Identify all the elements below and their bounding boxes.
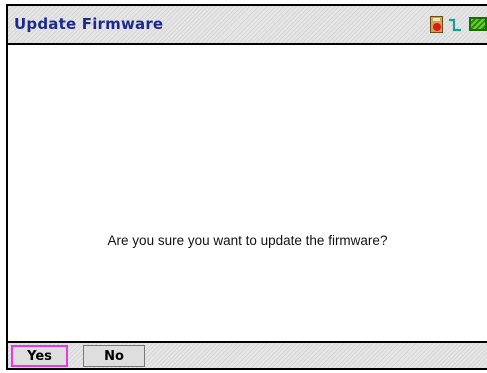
dialog-body: Are you sure you want to update the firm…	[8, 45, 487, 341]
window-title: Update Firmware	[14, 15, 164, 33]
sd-card-icon	[430, 15, 443, 33]
device-screen: Update Firmware Are you sure you want to…	[6, 4, 487, 370]
signal-icon	[449, 18, 461, 32]
battery-icon	[469, 17, 487, 31]
yes-button[interactable]: Yes	[11, 345, 68, 367]
no-button[interactable]: No	[83, 345, 145, 367]
confirmation-message: Are you sure you want to update the firm…	[107, 233, 388, 248]
status-icons	[430, 14, 487, 34]
title-bar: Update Firmware	[8, 6, 487, 45]
softkey-bar: Yes No	[8, 341, 487, 368]
